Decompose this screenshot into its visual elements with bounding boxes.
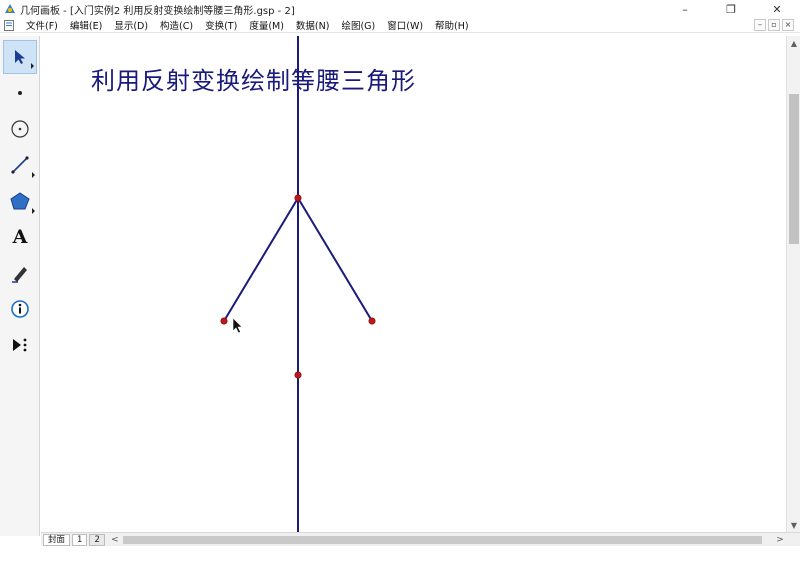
right-segment[interactable] [297, 197, 373, 322]
menu-transform[interactable]: 变换(T) [199, 18, 243, 32]
point-tool[interactable] [3, 76, 37, 110]
pen-icon [12, 267, 27, 283]
doc-close-button[interactable]: × [782, 19, 794, 31]
text-a-icon: A [12, 226, 28, 248]
page-tab-cover[interactable]: 封面 [43, 533, 71, 546]
apex-point[interactable] [294, 194, 302, 202]
menu-help[interactable]: 帮助(H) [429, 18, 475, 32]
left-segment[interactable] [223, 197, 299, 322]
toolbox: A [0, 36, 40, 536]
tool-expand-icon [31, 63, 34, 69]
bottom-bar: 封面 1 2 < > [41, 532, 800, 546]
custom-tool[interactable] [3, 328, 37, 362]
menu-edit[interactable]: 编辑(E) [64, 18, 108, 32]
minimize-button[interactable]: – [662, 0, 708, 18]
marker-tool[interactable] [3, 256, 37, 290]
menu-construct[interactable]: 构造(C) [154, 18, 199, 32]
restore-button[interactable]: ❐ [708, 0, 754, 18]
menu-data[interactable]: 数据(N) [290, 18, 336, 32]
close-button[interactable]: ✕ [754, 0, 800, 18]
document-icon[interactable] [4, 19, 14, 31]
scroll-down-button[interactable]: ▼ [787, 518, 800, 532]
menu-graph[interactable]: 绘图(G) [335, 18, 381, 32]
right-point[interactable] [368, 317, 376, 325]
sketch-canvas[interactable]: 利用反射变换绘制等腰三角形 [41, 36, 786, 532]
doc-restore-button[interactable]: ▫ [768, 19, 780, 31]
tool-expand-icon [32, 172, 35, 178]
page-tab-2[interactable]: 2 [89, 533, 105, 546]
axis-point[interactable] [294, 371, 302, 379]
arrow-icon [15, 50, 25, 64]
app-icon [5, 4, 15, 13]
tool-expand-icon [32, 208, 35, 214]
mouse-cursor-icon [232, 317, 243, 334]
info-icon [11, 300, 29, 318]
point-icon [18, 91, 22, 95]
play-dots-icon [13, 338, 27, 352]
title-bar: 几何画板 - [入门实例2 利用反射变换绘制等腰三角形.gsp - 2] – ❐… [0, 0, 800, 18]
scroll-up-button[interactable]: ▲ [787, 36, 800, 50]
scroll-right-button[interactable]: > [774, 534, 786, 546]
menu-window[interactable]: 窗口(W) [381, 18, 429, 32]
doc-minimize-button[interactable]: – [754, 19, 766, 31]
horizontal-scrollbar[interactable]: > [121, 534, 786, 546]
straightedge-tool[interactable] [3, 148, 37, 182]
menu-measure[interactable]: 度量(M) [243, 18, 290, 32]
vertical-scroll-thumb[interactable] [789, 94, 799, 244]
arrow-select-tool[interactable] [3, 40, 37, 74]
information-tool[interactable] [3, 292, 37, 326]
window-bottom-edge [0, 546, 800, 563]
window-title: 几何画板 - [入门实例2 利用反射变换绘制等腰三角形.gsp - 2] [20, 5, 295, 17]
menu-display[interactable]: 显示(D) [108, 18, 154, 32]
scroll-left-button[interactable]: < [109, 534, 121, 546]
left-point[interactable] [220, 317, 228, 325]
page-tab-1[interactable]: 1 [72, 533, 88, 546]
polygon-tool[interactable] [3, 184, 37, 218]
segment-icon [11, 156, 29, 174]
vertical-scrollbar[interactable]: ▲ ▼ [786, 36, 800, 532]
circle-icon [11, 120, 29, 138]
text-tool[interactable]: A [3, 220, 37, 254]
menu-bar: 文件(F) 编辑(E) 显示(D) 构造(C) 变换(T) 度量(M) 数据(N… [0, 18, 800, 33]
horizontal-scroll-thumb[interactable] [122, 535, 762, 544]
menu-file[interactable]: 文件(F) [20, 18, 64, 32]
polygon-icon [10, 192, 30, 210]
geometry-drawing[interactable] [41, 36, 786, 532]
compass-tool[interactable] [3, 112, 37, 146]
